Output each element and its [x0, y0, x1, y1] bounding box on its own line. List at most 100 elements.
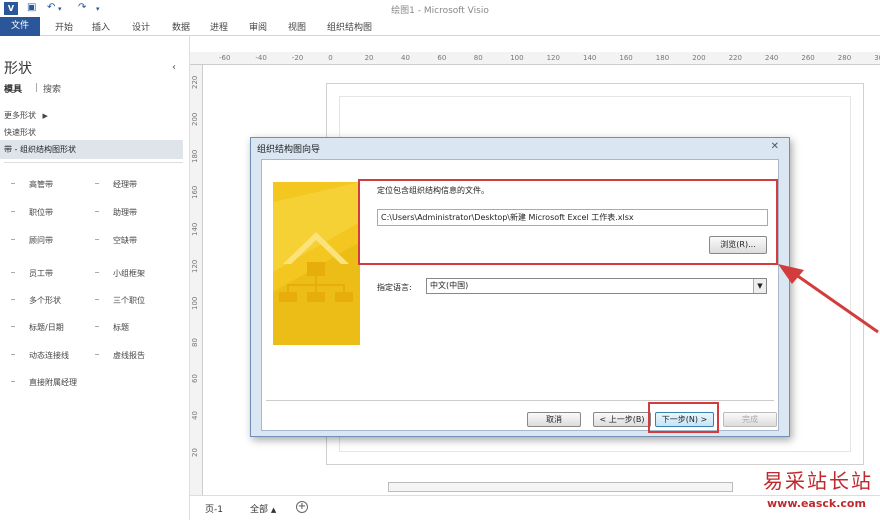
- dropdown-arrow-icon[interactable]: ▼: [753, 279, 766, 293]
- master-multiple-shapes[interactable]: 多个形状: [11, 295, 61, 306]
- vertical-ruler: 220 200 180 160 140 120 100 80 60 40 20: [190, 65, 203, 495]
- tab-file[interactable]: 文件: [0, 17, 40, 36]
- language-select[interactable]: 中文(中国) ▼: [426, 278, 767, 294]
- master-title[interactable]: 标题: [95, 322, 129, 333]
- tab-org-chart[interactable]: 组织结构图: [327, 20, 372, 33]
- master-icon: [95, 211, 99, 212]
- back-button[interactable]: < 上一步(B): [593, 412, 651, 427]
- shapes-pane: 形状 ‹ 模具 搜索 更多形状 ▶ 快速形状 带 - 组织结构图形状 高管带 经…: [0, 36, 190, 520]
- ribbon-tabs: 文件 开始 插入 设计 数据 进程 审阅 视图 组织结构图: [0, 17, 880, 36]
- ruler-tick-label: 20: [191, 448, 199, 457]
- master-label: 标题: [113, 323, 129, 332]
- ruler-tick-label: 260: [801, 54, 815, 62]
- tab-design[interactable]: 设计: [132, 20, 150, 33]
- master-executive-belt[interactable]: 高管带: [11, 179, 53, 190]
- master-icon: [11, 381, 15, 382]
- dialog-title: 组织结构图向导: [257, 145, 321, 155]
- tab-view[interactable]: 视图: [288, 20, 306, 33]
- tab-stencils[interactable]: 模具: [4, 82, 22, 95]
- master-icon: [11, 272, 15, 273]
- ruler-tick-label: 180: [191, 149, 199, 163]
- window-title: 绘图1 - Microsoft Visio: [391, 6, 489, 16]
- site-watermark: 易采站长站 www.easck.com: [763, 465, 880, 520]
- master-icon: [95, 354, 99, 355]
- ruler-tick-label: 120: [191, 259, 199, 273]
- master-icon: [95, 272, 99, 273]
- tab-review[interactable]: 审阅: [249, 20, 267, 33]
- master-label: 标题/日期: [29, 323, 64, 332]
- ruler-tick-label: 140: [583, 54, 597, 62]
- master-consultant-belt[interactable]: 顾问带: [11, 235, 53, 246]
- chevron-right-icon: ▶: [42, 112, 48, 120]
- stencil-divider: [4, 162, 183, 163]
- master-icon: [11, 354, 15, 355]
- master-label: 直接附属经理: [29, 378, 77, 387]
- master-three-positions[interactable]: 三个职位: [95, 295, 145, 306]
- title-bar: V ▣ ↶ ▾ ↷ ▾ 绘图1 - Microsoft Visio: [0, 0, 880, 17]
- ruler-tick-label: 40: [401, 54, 410, 62]
- master-icon: [11, 211, 15, 212]
- quick-shapes-link[interactable]: 快速形状: [4, 127, 36, 138]
- page-tab-1[interactable]: 页-1: [205, 502, 223, 515]
- master-dotted-line-report[interactable]: 虚线报告: [95, 350, 145, 361]
- master-icon: [11, 326, 15, 327]
- tab-search[interactable]: 搜索: [36, 82, 61, 95]
- all-pages-menu[interactable]: 全部 ▲: [250, 502, 276, 515]
- stencil-org-chart-shapes[interactable]: 带 - 组织结构图形状: [0, 140, 183, 159]
- ruler-tick-label: 100: [510, 54, 524, 62]
- master-direct-subordinate-manager[interactable]: 直接附属经理: [11, 377, 77, 388]
- more-shapes-link[interactable]: 更多形状 ▶: [4, 110, 48, 121]
- master-vacancy-belt[interactable]: 空缺带: [95, 235, 137, 246]
- more-shapes-label: 更多形状: [4, 111, 36, 120]
- ruler-tick-label: 160: [191, 186, 199, 200]
- master-label: 小组框架: [113, 269, 145, 278]
- ruler-tick-label: 120: [546, 54, 560, 62]
- horizontal-scrollbar[interactable]: [388, 482, 733, 492]
- master-staff-belt[interactable]: 员工带: [11, 268, 53, 279]
- ruler-tick-label: 180: [655, 54, 670, 62]
- add-page-icon[interactable]: +: [296, 501, 308, 513]
- master-icon: [11, 299, 15, 300]
- master-dynamic-connector[interactable]: 动态连接线: [11, 350, 69, 361]
- master-manager-belt[interactable]: 经理带: [95, 179, 137, 190]
- master-icon: [95, 299, 99, 300]
- master-icon: [95, 326, 99, 327]
- master-title-date[interactable]: 标题/日期: [11, 322, 64, 333]
- master-label: 顾问带: [29, 236, 53, 245]
- file-section-highlight: [358, 179, 778, 265]
- cancel-button[interactable]: 取消: [527, 412, 581, 427]
- master-position-belt[interactable]: 职位带: [11, 207, 53, 218]
- master-label: 动态连接线: [29, 351, 69, 360]
- shapes-pane-title: 形状: [4, 61, 32, 77]
- ruler-tick-label: -40: [255, 54, 267, 62]
- ruler-tick-label: 280: [837, 54, 852, 62]
- watermark-url: www.easck.com: [767, 497, 866, 510]
- master-label: 经理带: [113, 180, 137, 189]
- ruler-tick-label: 220: [728, 54, 742, 62]
- collapse-pane-icon[interactable]: ‹: [172, 62, 176, 73]
- tab-data[interactable]: 数据: [172, 20, 190, 33]
- ruler-tick-label: -60: [219, 54, 231, 62]
- close-icon[interactable]: ✕: [771, 141, 779, 152]
- ruler-tick-label: 20: [364, 54, 374, 62]
- ruler-tick-label: 40: [191, 411, 199, 421]
- ruler-tick-label: 0: [328, 54, 333, 62]
- watermark-text: 易采站长站: [763, 469, 873, 493]
- language-label: 指定语言:: [377, 283, 412, 292]
- tab-home[interactable]: 开始: [55, 20, 73, 33]
- org-chart-graphic: [273, 182, 360, 345]
- master-icon: [11, 239, 15, 240]
- master-assistant-belt[interactable]: 助理带: [95, 207, 137, 218]
- master-label: 高管带: [29, 180, 53, 189]
- master-label: 多个形状: [29, 296, 61, 305]
- master-icon: [95, 183, 99, 184]
- wizard-illustration: [273, 182, 360, 345]
- master-label: 助理带: [113, 208, 137, 217]
- ruler-tick-label: 80: [191, 337, 199, 347]
- tab-process[interactable]: 进程: [210, 20, 228, 33]
- language-value: 中文(中国): [430, 281, 469, 290]
- caret-up-icon: ▲: [270, 506, 277, 514]
- tab-insert[interactable]: 插入: [92, 20, 110, 33]
- master-team-frame[interactable]: 小组框架: [95, 268, 145, 279]
- ruler-tick-label: 140: [191, 222, 199, 237]
